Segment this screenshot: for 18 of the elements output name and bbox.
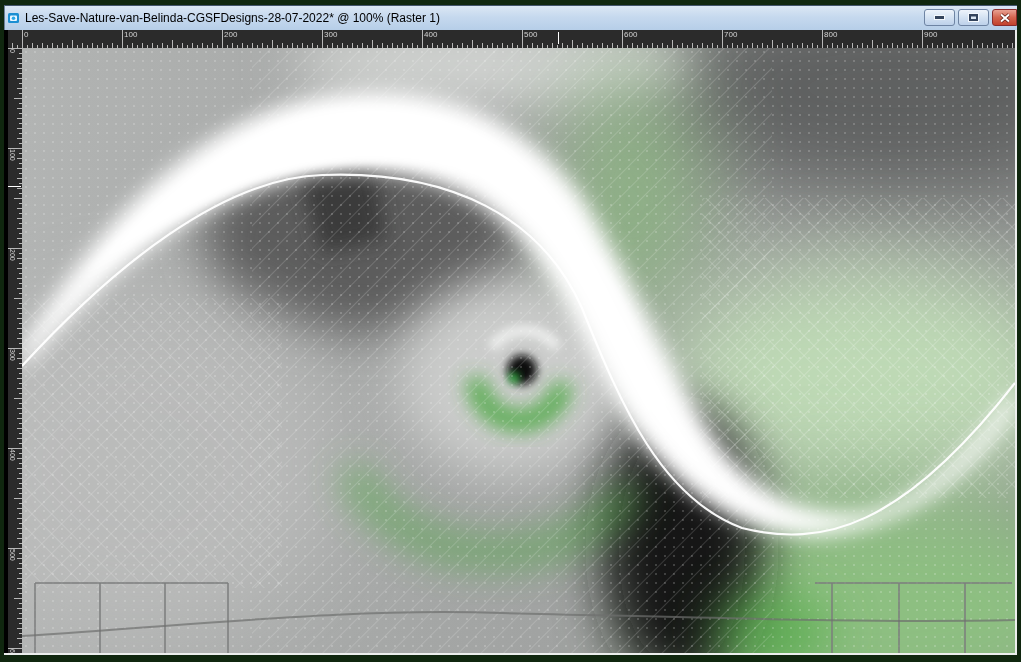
maximize-button[interactable]: [958, 9, 989, 26]
ruler-label: 200: [224, 31, 238, 39]
ruler-label: 500: [524, 31, 538, 39]
minimize-button[interactable]: [924, 9, 955, 26]
ruler-label: 100: [124, 31, 138, 39]
ruler-label: 300: [324, 31, 338, 39]
ruler-label: 900: [924, 31, 938, 39]
ruler-label: 700: [724, 31, 738, 39]
ruler-label: 400: [424, 31, 438, 39]
maximize-icon: [968, 13, 979, 22]
ruler-label: 0: [24, 31, 29, 39]
ruler-label: 600: [624, 31, 638, 39]
close-button[interactable]: [992, 9, 1017, 26]
ruler-label: 800: [824, 31, 838, 39]
window-title: Les-Save-Nature-van-Belinda-CGSFDesigns-28-07-2022* @ 100% (Raster 1): [25, 10, 441, 25]
app-icon[interactable]: [8, 12, 19, 23]
close-icon: [998, 12, 1011, 23]
minimize-icon: [934, 15, 945, 20]
